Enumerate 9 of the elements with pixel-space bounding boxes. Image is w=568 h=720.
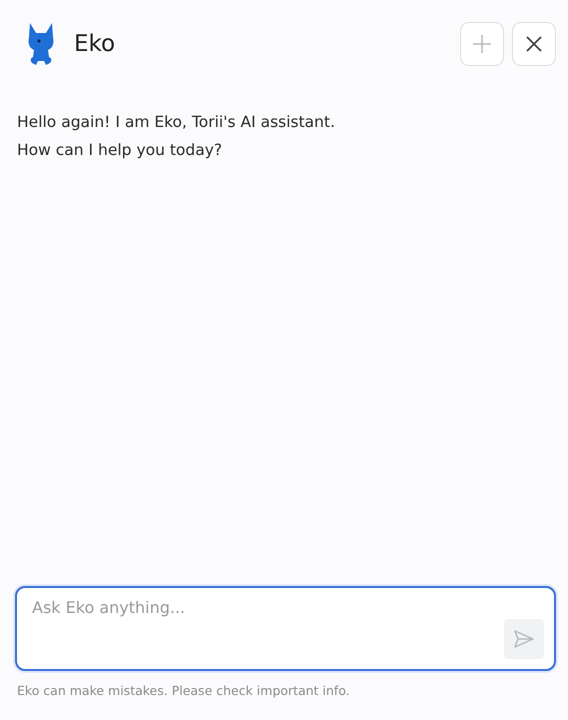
message-input[interactable]: Ask Eko anything... bbox=[15, 586, 556, 671]
new-chat-button[interactable] bbox=[460, 22, 504, 66]
assistant-name: Eko bbox=[74, 31, 116, 57]
disclaimer-text: Eko can make mistakes. Please check important info. bbox=[17, 683, 351, 698]
close-button[interactable] bbox=[512, 22, 556, 66]
close-icon bbox=[525, 35, 543, 53]
send-icon bbox=[513, 629, 535, 649]
assistant-message: Hello again! I am Eko, Torii's AI assistant. How can I help you today? bbox=[17, 112, 336, 161]
plus-icon bbox=[472, 34, 492, 54]
